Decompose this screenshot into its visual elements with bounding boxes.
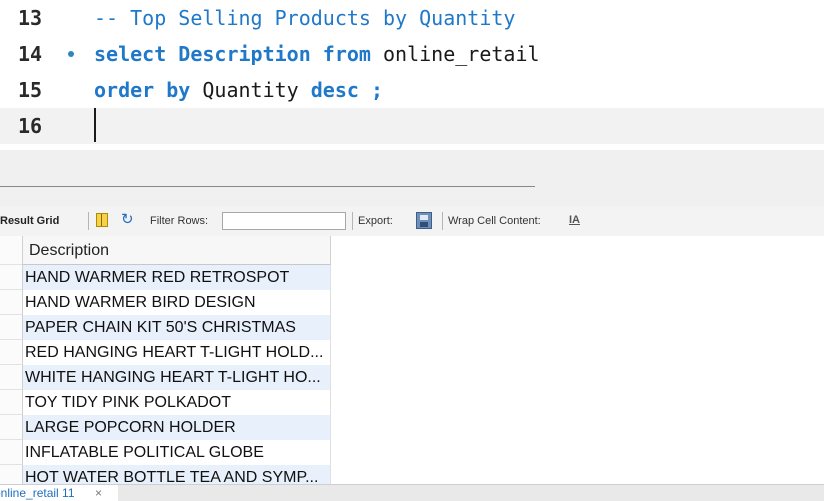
row-selector[interactable]: [0, 465, 22, 484]
table-cell[interactable]: HAND WARMER BIRD DESIGN: [23, 290, 331, 315]
table-cell[interactable]: HAND WARMER RED RETROSPOT: [23, 265, 331, 290]
line-number: 15: [18, 78, 43, 102]
editor-line-14[interactable]: 14 select Description from online_retail: [0, 36, 824, 72]
sql-table-name: online_retail: [383, 42, 540, 66]
wrap-cell-icon[interactable]: IA: [569, 214, 580, 226]
row-selector[interactable]: [0, 415, 22, 440]
sql-column-name: Quantity: [202, 78, 299, 102]
sql-keyword: desc: [310, 78, 359, 102]
result-tab-bar: online_retail 11 ×: [0, 484, 824, 501]
table-cell[interactable]: HOT WATER BOTTLE TEA AND SYMP...: [23, 465, 331, 484]
refresh-icon[interactable]: ↻: [121, 212, 139, 228]
sql-comment: -- Top Selling Products by Quantity: [94, 6, 516, 30]
row-selector[interactable]: [0, 290, 22, 315]
tab-online-retail-11[interactable]: online_retail 11 ×: [0, 485, 118, 501]
sql-terminator: ;: [370, 78, 384, 102]
sql-keyword: order by: [94, 78, 191, 102]
close-icon[interactable]: ×: [95, 485, 102, 501]
sql-keyword: select: [94, 42, 167, 66]
panel-splitter[interactable]: [0, 150, 824, 206]
sql-keyword: from: [322, 42, 371, 66]
table-cell[interactable]: LARGE POPCORN HOLDER: [23, 415, 331, 440]
table-cell[interactable]: RED HANGING HEART T-LIGHT HOLD...: [23, 340, 331, 365]
toolbar-separator: [352, 212, 353, 230]
row-selector[interactable]: [0, 265, 22, 290]
row-selector[interactable]: [0, 390, 22, 415]
tab-label: online_retail 11: [0, 486, 75, 500]
statement-marker-icon: [68, 51, 74, 57]
row-selector-column: [0, 236, 23, 484]
splitter-handle[interactable]: [0, 186, 535, 187]
grid-view-icon[interactable]: [96, 213, 108, 227]
table-cell[interactable]: TOY TIDY PINK POLKADOT: [23, 390, 331, 415]
wrap-cell-content-label: Wrap Cell Content:: [448, 215, 541, 227]
export-icon[interactable]: [416, 212, 432, 229]
editor-line-16[interactable]: 16: [0, 108, 824, 144]
sql-editor[interactable]: 13 -- Top Selling Products by Quantity 1…: [0, 0, 824, 150]
row-selector[interactable]: [0, 340, 22, 365]
sql-statement: order by Quantity desc ;: [94, 72, 383, 108]
row-selector[interactable]: [0, 315, 22, 340]
result-toolbar: Result Grid ↻ Filter Rows: Export: Wrap …: [0, 206, 824, 236]
filter-rows-label: Filter Rows:: [150, 215, 209, 227]
toolbar-separator: [88, 212, 89, 230]
export-label: Export:: [358, 215, 393, 227]
row-selector[interactable]: [0, 440, 22, 465]
table-cell[interactable]: INFLATABLE POLITICAL GLOBE: [23, 440, 331, 465]
line-number: 14: [18, 42, 43, 66]
sql-statement: select Description from online_retail: [94, 36, 540, 72]
column-header-description[interactable]: Description: [23, 236, 331, 265]
filter-rows-input[interactable]: [222, 212, 346, 230]
line-number: 13: [18, 6, 43, 30]
table-cell[interactable]: WHITE HANGING HEART T-LIGHT HO...: [23, 365, 331, 390]
editor-line-15[interactable]: 15 order by Quantity desc ;: [0, 72, 824, 108]
row-selector-header: [0, 236, 22, 265]
toolbar-separator: [442, 212, 443, 230]
result-grid[interactable]: Description HAND WARMER RED RETROSPOT HA…: [0, 236, 824, 484]
text-caret: [94, 108, 96, 142]
sql-identifier: Description: [178, 42, 311, 66]
table-cell[interactable]: PAPER CHAIN KIT 50'S CHRISTMAS: [23, 315, 331, 340]
editor-line-13[interactable]: 13 -- Top Selling Products by Quantity: [0, 0, 824, 36]
result-grid-tab[interactable]: Result Grid: [0, 214, 59, 228]
line-number: 16: [18, 114, 43, 138]
row-selector[interactable]: [0, 365, 22, 390]
